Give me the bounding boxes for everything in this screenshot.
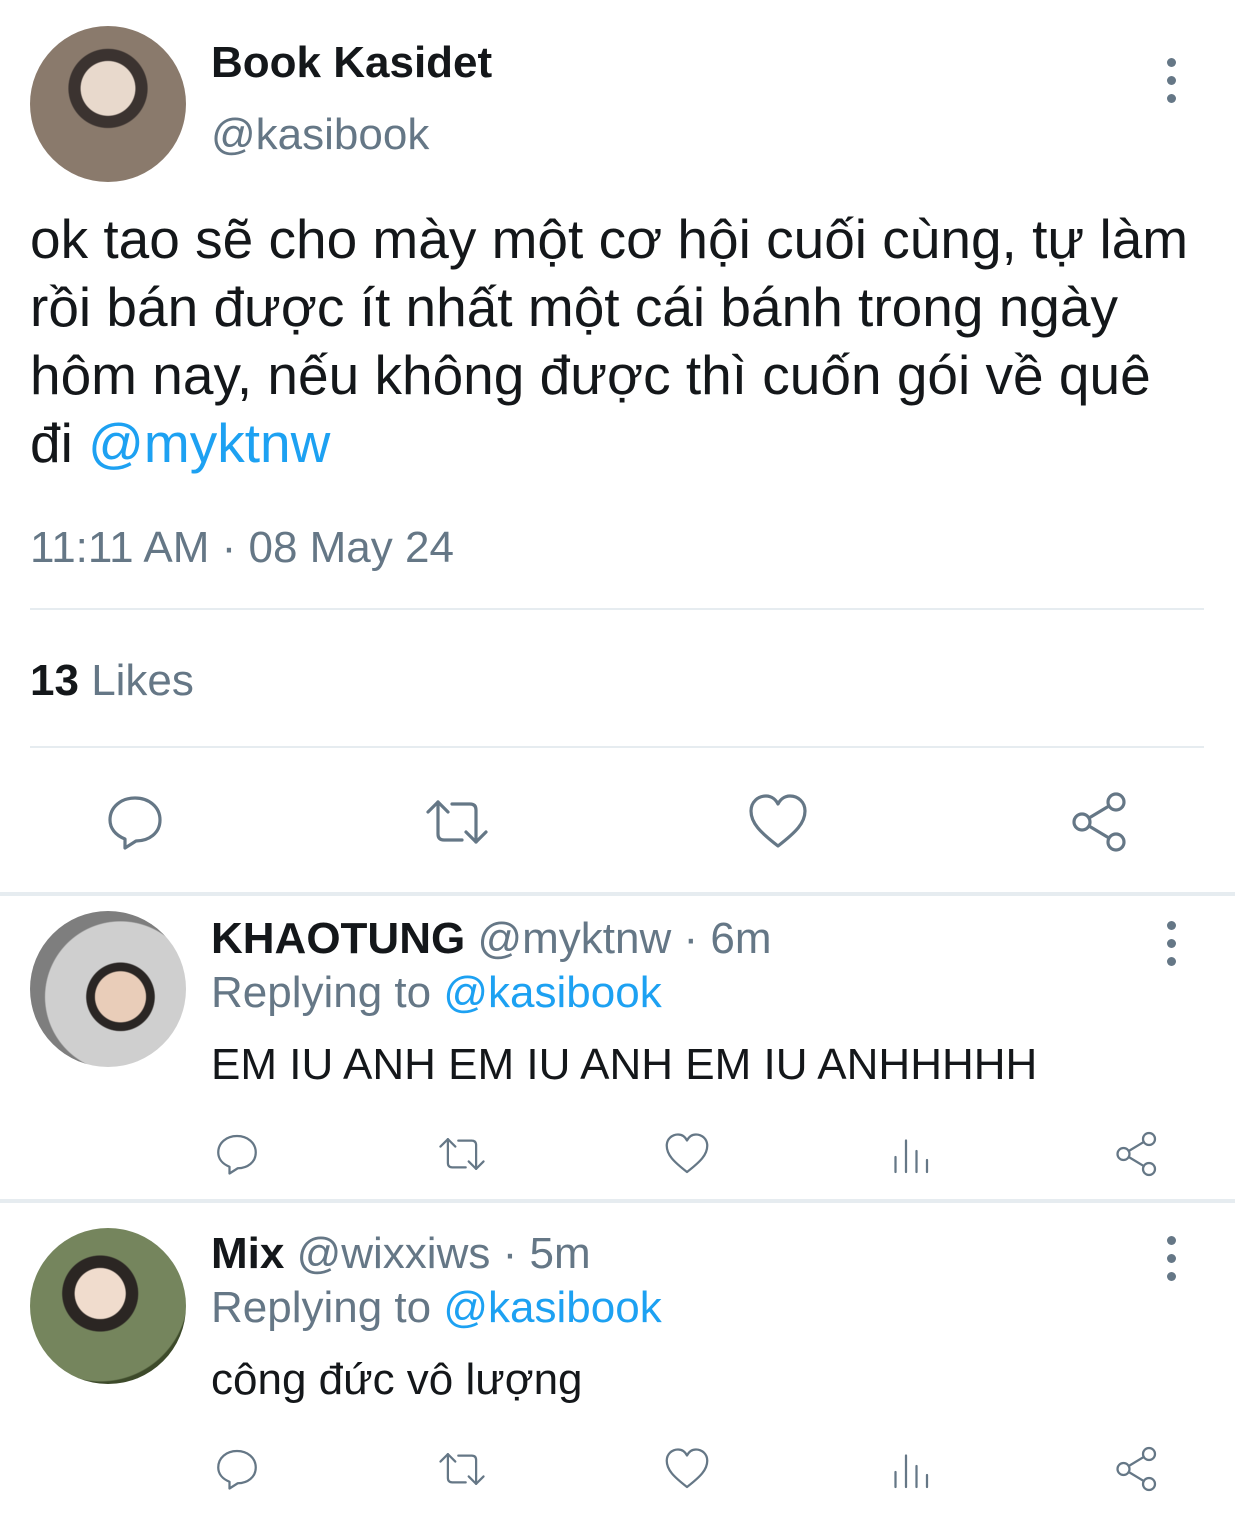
retweet-icon xyxy=(426,800,488,844)
replying-to-label: Replying to xyxy=(211,1283,432,1332)
more-options-icon[interactable] xyxy=(1165,58,1177,103)
reply-author-name[interactable]: Mix xyxy=(211,1229,284,1278)
reply-time: · 5m xyxy=(502,1229,591,1278)
more-options-icon[interactable] xyxy=(1165,921,1177,966)
more-options-icon[interactable] xyxy=(1165,1236,1177,1281)
reply-text: công đức vô lượng xyxy=(211,1355,583,1404)
reply-time: · 6m xyxy=(683,914,772,963)
reply-avatar[interactable] xyxy=(30,911,186,1067)
divider xyxy=(30,746,1204,748)
reply-avatar[interactable] xyxy=(30,1228,186,1384)
reply-author-handle[interactable]: @wixxiws xyxy=(297,1229,491,1278)
retweet-button[interactable] xyxy=(422,790,492,854)
author-name[interactable]: Book Kasidet xyxy=(211,38,492,88)
section-divider xyxy=(0,1199,1235,1203)
likes-stat[interactable]: 13 Likes xyxy=(30,656,194,706)
reply-text: EM IU ANH EM IU ANH EM IU ANHHHHH xyxy=(211,1040,1038,1089)
like-button[interactable] xyxy=(663,1130,711,1178)
share-icon xyxy=(1116,1131,1157,1177)
section-divider xyxy=(0,892,1235,896)
replying-to-handle[interactable]: @kasibook xyxy=(443,1283,661,1332)
replying-to: Replying to @kasibook xyxy=(211,968,662,1018)
author-handle[interactable]: @kasibook xyxy=(211,110,429,160)
heart-icon xyxy=(665,1133,709,1174)
likes-count: 13 xyxy=(30,656,79,705)
author-avatar[interactable] xyxy=(30,26,186,182)
replying-to-label: Replying to xyxy=(211,968,432,1017)
retweet-icon xyxy=(439,1453,485,1485)
likes-label: Likes xyxy=(91,656,194,705)
analytics-icon xyxy=(894,1139,929,1174)
reply-header: Mix @wixxiws · 5m xyxy=(211,1229,591,1279)
share-button[interactable] xyxy=(1113,1130,1161,1178)
reply-author-handle[interactable]: @myktnw xyxy=(477,914,671,963)
analytics-button[interactable] xyxy=(888,1445,936,1493)
replying-to-handle[interactable]: @kasibook xyxy=(443,968,661,1017)
reply-button[interactable] xyxy=(103,790,167,854)
reply-button[interactable] xyxy=(213,1130,261,1178)
reply-icon xyxy=(217,1134,257,1175)
like-button[interactable] xyxy=(663,1445,711,1493)
retweet-button[interactable] xyxy=(436,1130,488,1178)
replying-to: Replying to @kasibook xyxy=(211,1283,662,1333)
retweet-icon xyxy=(439,1138,485,1170)
reply-button[interactable] xyxy=(213,1445,261,1493)
share-button[interactable] xyxy=(1068,790,1132,854)
analytics-icon xyxy=(894,1454,929,1489)
reply-author-name[interactable]: KHAOTUNG xyxy=(211,914,465,963)
divider xyxy=(30,608,1204,610)
heart-icon xyxy=(665,1448,709,1489)
heart-icon xyxy=(749,794,807,848)
share-button[interactable] xyxy=(1113,1445,1161,1493)
retweet-button[interactable] xyxy=(436,1445,488,1493)
like-button[interactable] xyxy=(746,790,810,854)
share-icon xyxy=(1072,792,1126,852)
share-icon xyxy=(1116,1446,1157,1492)
reply-header: KHAOTUNG @myktnw · 6m xyxy=(211,914,771,964)
tweet-text: ok tao sẽ cho mày một cơ hội cuối cùng, … xyxy=(30,205,1200,477)
tweet-timestamp[interactable]: 11:11 AM · 08 May 24 xyxy=(30,523,454,573)
reply-icon xyxy=(217,1449,257,1490)
mention-link[interactable]: @myktnw xyxy=(88,412,330,474)
reply-icon xyxy=(108,796,162,850)
analytics-button[interactable] xyxy=(888,1130,936,1178)
